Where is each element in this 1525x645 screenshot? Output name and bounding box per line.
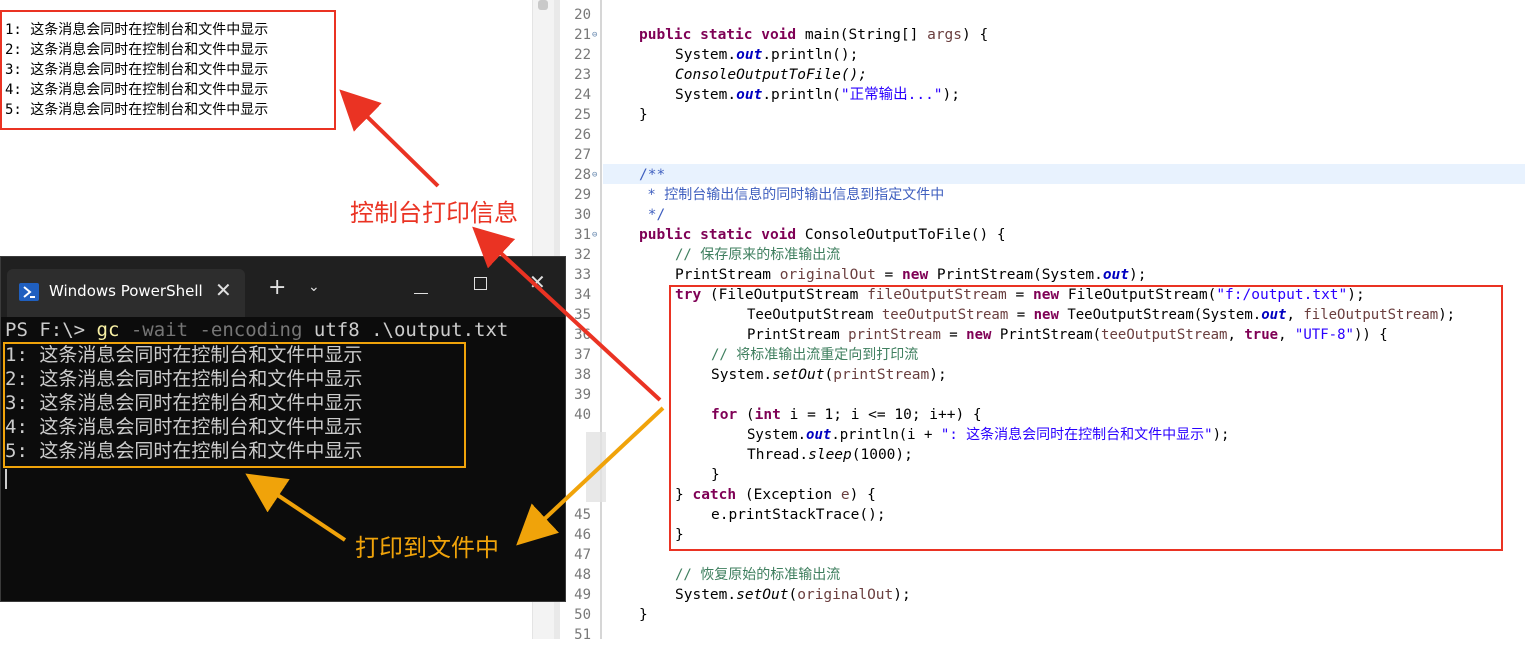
line-number: 50 xyxy=(574,607,591,623)
console-line: 4: 这条消息会同时在控制台和文件中显示 xyxy=(5,82,269,98)
powershell-icon xyxy=(19,283,39,301)
code-line-32[interactable]: // 保存原来的标准输出流 xyxy=(675,245,840,265)
code-line-50[interactable]: } xyxy=(639,605,648,625)
editor-ruler xyxy=(600,0,602,639)
console-line: 5: 这条消息会同时在控制台和文件中显示 xyxy=(5,102,269,118)
terminal-output-line: 4: 这条消息会同时在控制台和文件中显示 xyxy=(5,416,363,438)
line-number: 22 xyxy=(574,47,591,63)
code-line-28[interactable]: /** xyxy=(639,165,665,185)
console-line: 1: 这条消息会同时在控制台和文件中显示 xyxy=(5,22,269,38)
powershell-titlebar[interactable]: Windows PowerShell ✕ + ⌄ ✕ xyxy=(1,257,565,317)
minimize-icon[interactable] xyxy=(414,293,428,294)
close-icon[interactable]: ✕ xyxy=(215,278,232,302)
line-number: 20 xyxy=(574,7,591,23)
code-line-25[interactable]: } xyxy=(639,105,648,125)
line-number: 25 xyxy=(574,107,591,123)
code-line-49[interactable]: System.setOut(originalOut); xyxy=(675,585,911,605)
line-number: 28 xyxy=(574,167,591,183)
line-number: 51 xyxy=(574,627,591,643)
current-line-highlight xyxy=(603,164,1525,184)
console-line: 2: 这条消息会同时在控制台和文件中显示 xyxy=(5,42,269,58)
code-line-31[interactable]: public static void ConsoleOutputToFile()… xyxy=(639,225,1006,245)
scrollbar-thumb[interactable] xyxy=(538,0,548,10)
line-number: 21 xyxy=(574,27,591,43)
chevron-down-icon[interactable]: ⌄ xyxy=(308,279,320,295)
powershell-tab[interactable]: Windows PowerShell ✕ xyxy=(7,269,245,317)
line-number: 29 xyxy=(574,187,591,203)
line-number: 30 xyxy=(574,207,591,223)
fold-toggle-icon[interactable]: ⊖ xyxy=(592,25,600,45)
line-number: 31 xyxy=(574,227,591,243)
terminal-output-line: 3: 这条消息会同时在控制台和文件中显示 xyxy=(5,392,363,414)
console-output-box: 1: 这条消息会同时在控制台和文件中显示 2: 这条消息会同时在控制台和文件中显… xyxy=(0,10,336,130)
terminal-output-line: 5: 这条消息会同时在控制台和文件中显示 xyxy=(5,440,363,462)
close-icon[interactable]: ✕ xyxy=(529,270,546,294)
annotation-console-label: 控制台打印信息 xyxy=(350,199,518,227)
try-block-highlight-box xyxy=(669,285,1503,551)
terminal-output-line: 2: 这条消息会同时在控制台和文件中显示 xyxy=(5,368,363,390)
line-number: 23 xyxy=(574,67,591,83)
code-line-30[interactable]: */ xyxy=(639,205,665,225)
code-line-21[interactable]: public static void main(String[] args) { xyxy=(639,25,988,45)
plus-icon[interactable]: + xyxy=(268,275,286,300)
fold-toggle-icon[interactable]: ⊖ xyxy=(592,225,600,245)
code-line-29[interactable]: * 控制台输出信息的同时输出信息到指定文件中 xyxy=(639,185,944,205)
line-number-gutter: 20 21 ⊖ 22 23 24 25 26 27 28 ⊖ 29 30 31 … xyxy=(560,0,600,643)
console-line: 3: 这条消息会同时在控制台和文件中显示 xyxy=(5,62,269,78)
code-line-23[interactable]: ConsoleOutputToFile(); xyxy=(675,65,867,85)
command-line: PS F:\> gc -wait -encoding utf8 .\output… xyxy=(5,319,509,341)
fold-toggle-icon[interactable]: ⊖ xyxy=(592,165,600,185)
code-line-33[interactable]: PrintStream originalOut = new PrintStrea… xyxy=(675,265,1146,285)
tab-title: Windows PowerShell xyxy=(49,282,203,300)
terminal-output-line: 1: 这条消息会同时在控制台和文件中显示 xyxy=(5,344,363,366)
code-line-48[interactable]: // 恢复原始的标准输出流 xyxy=(675,565,840,585)
code-line-24[interactable]: System.out.println("正常输出..."); xyxy=(675,85,960,105)
maximize-icon[interactable] xyxy=(474,277,487,290)
annotation-file-label: 打印到文件中 xyxy=(355,534,499,562)
blurred-region xyxy=(586,432,606,502)
code-line-22[interactable]: System.out.println(); xyxy=(675,45,858,65)
line-number: 26 xyxy=(574,127,591,143)
line-number: 24 xyxy=(574,87,591,103)
line-number: 27 xyxy=(574,147,591,163)
terminal-cursor xyxy=(5,469,7,489)
